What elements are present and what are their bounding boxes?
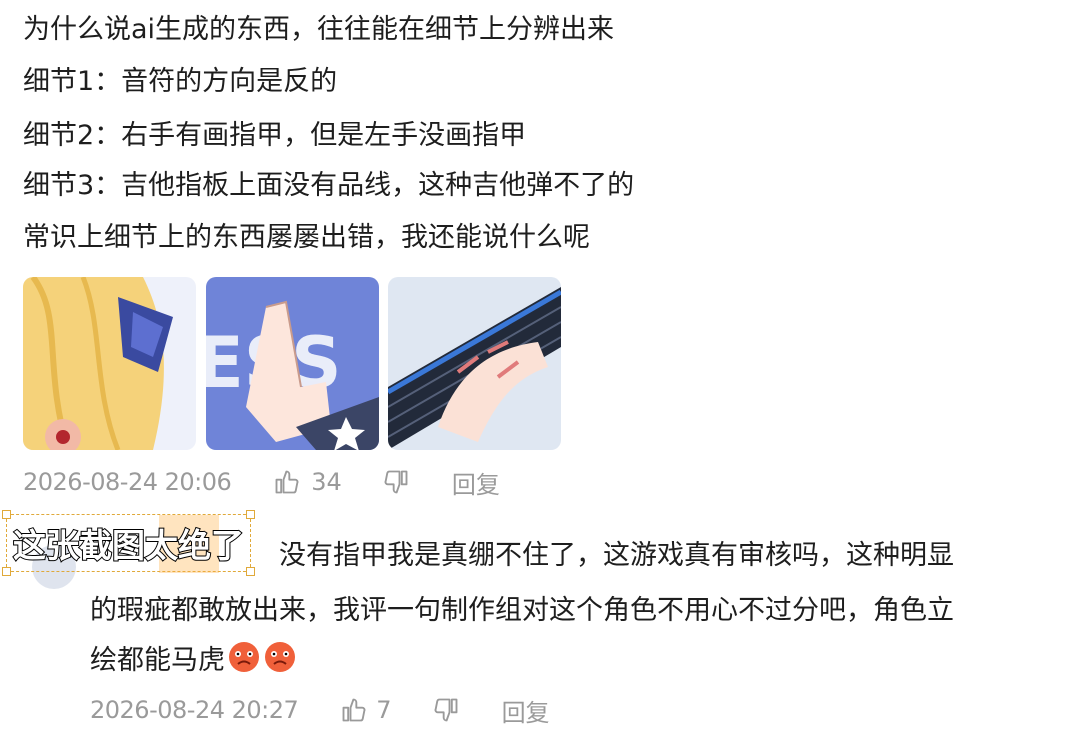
reply-button[interactable]: 回复 — [502, 693, 550, 728]
comment-text-line: 为什么说ai生成的东西，往往能在细节上分辨出来 — [23, 14, 615, 45]
caption-text: 这张截图太绝了 — [12, 525, 245, 566]
comment-text-line: 细节2：右手有画指甲，但是左手没画指甲 — [23, 120, 527, 151]
resize-handle[interactable] — [246, 510, 255, 519]
comment-text-line: 细节1：音符的方向是反的 — [23, 66, 338, 97]
reply-text-fragment: 绘都能马虎 — [90, 645, 225, 676]
comment-text-line: 常识上细节上的东西屡屡出错，我还能说什么呢 — [23, 222, 590, 253]
reply-text-line: 的瑕疵都敢放出来，我评一句制作组对这个角色不用心不过分吧，角色立 — [90, 595, 954, 626]
reply-meta: 2026-08-24 20:27 7 回复 — [90, 693, 550, 727]
comment-image-pointing-hand[interactable]: ESS — [206, 277, 379, 450]
angry-face-emoji — [263, 639, 297, 684]
comment-image-hair-closeup[interactable] — [23, 277, 196, 450]
resize-handle[interactable] — [246, 567, 255, 576]
resize-handle[interactable] — [2, 567, 11, 576]
angry-face-emoji — [227, 639, 261, 684]
reply-timestamp: 2026-08-24 20:27 — [90, 696, 299, 724]
comment-image-guitar-fretboard[interactable] — [388, 277, 561, 450]
like-count: 7 — [376, 696, 392, 724]
reply-text-line: 没有指甲我是真绷不住了，这游戏真有审核吗，这种明显 — [279, 540, 954, 571]
resize-handle[interactable] — [2, 510, 11, 519]
dislike-icon[interactable] — [382, 468, 410, 496]
like-icon[interactable] — [340, 696, 368, 724]
comment-timestamp: 2026-08-24 20:06 — [23, 468, 232, 496]
dislike-icon[interactable] — [432, 696, 460, 724]
comment-meta: 2026-08-24 20:06 34 回复 — [23, 465, 500, 499]
like-icon[interactable] — [273, 468, 301, 496]
like-count: 34 — [311, 468, 342, 496]
comment-text-line: 细节3：吉他指板上面没有品线，这种吉他弹不了的 — [23, 170, 635, 201]
caption-overlay[interactable]: 这张截图太绝了 — [2, 510, 255, 576]
reply-button[interactable]: 回复 — [452, 465, 500, 500]
reply-text-line: 绘都能马虎 — [90, 639, 297, 684]
